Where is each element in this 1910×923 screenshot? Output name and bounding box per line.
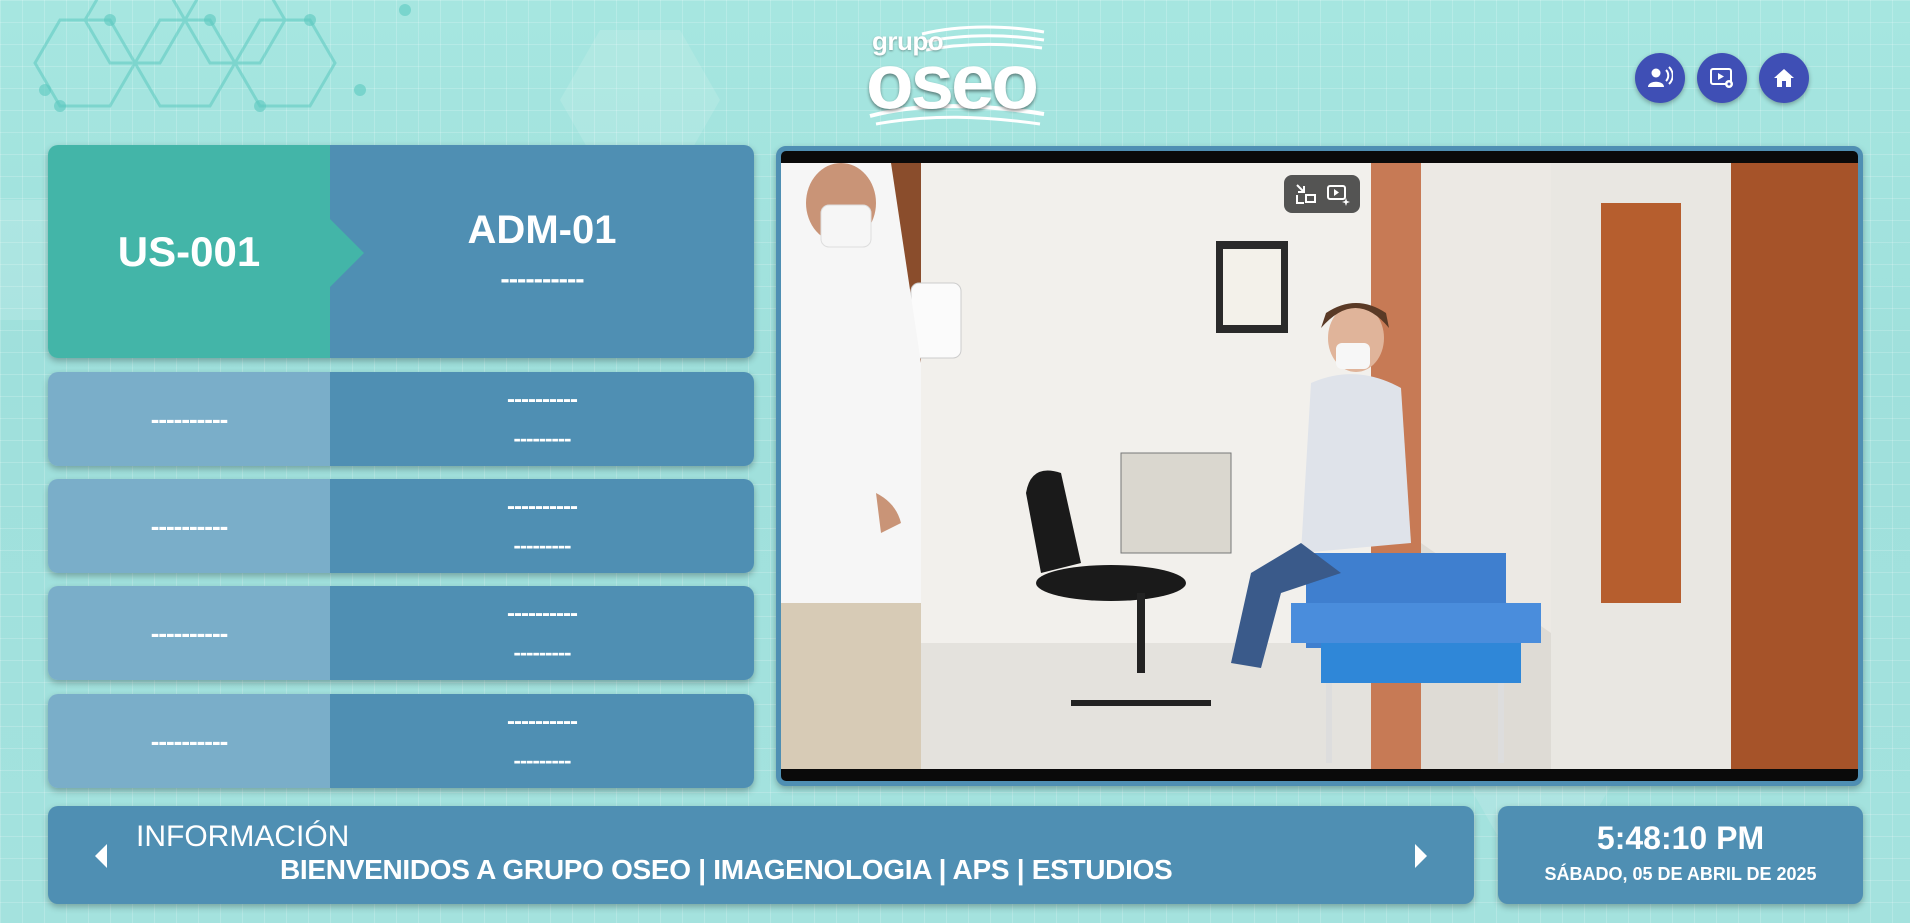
queue-item: ---------- ---------- --------- [48, 586, 754, 680]
exit-pip-button[interactable] [1292, 180, 1320, 208]
video-enhance-button[interactable] [1324, 180, 1352, 208]
queue-item-detail: --------- [513, 533, 572, 558]
current-station-detail: ---------- [500, 263, 584, 294]
info-ticker: INFORMACIÓN BIENVENIDOS A GRUPO OSEO | I… [48, 806, 1474, 904]
grupo-oseo-logo: grupo oseo [862, 20, 1052, 132]
chevron-right-icon [1415, 844, 1427, 868]
queue-item-station: ---------- [507, 600, 578, 627]
announce-icon [1648, 66, 1673, 87]
queue-item-ticket: ---------- [48, 479, 330, 573]
info-title: INFORMACIÓN [136, 820, 350, 853]
queue-item-ticket: ---------- [48, 586, 330, 680]
clock-panel: 5:48:10 PM SÁBADO, 05 DE ABRIL DE 2025 [1498, 806, 1863, 904]
clock-time: 5:48:10 PM [1596, 820, 1765, 856]
queue-item-ticket: ---------- [48, 372, 330, 466]
queue-item: ---------- ---------- --------- [48, 479, 754, 573]
queue-item: ---------- ---------- --------- [48, 694, 754, 788]
logo-text-big: oseo [866, 37, 1039, 125]
previous-info-button[interactable] [82, 836, 122, 876]
video-settings-icon [1710, 68, 1733, 88]
clock-date: SÁBADO, 05 DE ABRIL DE 2025 [1544, 864, 1817, 884]
video-player[interactable] [776, 146, 1863, 786]
video-controls [1284, 175, 1360, 213]
video-settings-button[interactable] [1697, 53, 1747, 103]
current-station: ADM-01 [467, 208, 617, 252]
announce-button[interactable] [1635, 53, 1685, 103]
current-ticket-number: US-001 [48, 145, 364, 358]
next-info-button[interactable] [1400, 836, 1440, 876]
video-frame-image [781, 163, 1858, 769]
queue-item: ---------- ---------- --------- [48, 372, 754, 466]
queue-item-station: ---------- [507, 708, 578, 735]
queue-item-station: ---------- [507, 493, 578, 520]
home-button[interactable] [1759, 53, 1809, 103]
current-ticket-card: US-001 ADM-01 ---------- [48, 145, 754, 358]
info-message: BIENVENIDOS A GRUPO OSEO | IMAGENOLOGIA … [280, 854, 1173, 885]
queue-item-detail: --------- [513, 640, 572, 665]
home-icon [1774, 69, 1794, 87]
queue-item-detail: --------- [513, 426, 572, 451]
exit-pip-icon [1296, 184, 1316, 204]
queue-item-detail: --------- [513, 748, 572, 773]
queue-item-ticket: ---------- [48, 694, 330, 788]
chevron-left-icon [95, 844, 107, 868]
queue-item-station: ---------- [507, 386, 578, 413]
video-enhance-icon [1327, 185, 1350, 206]
